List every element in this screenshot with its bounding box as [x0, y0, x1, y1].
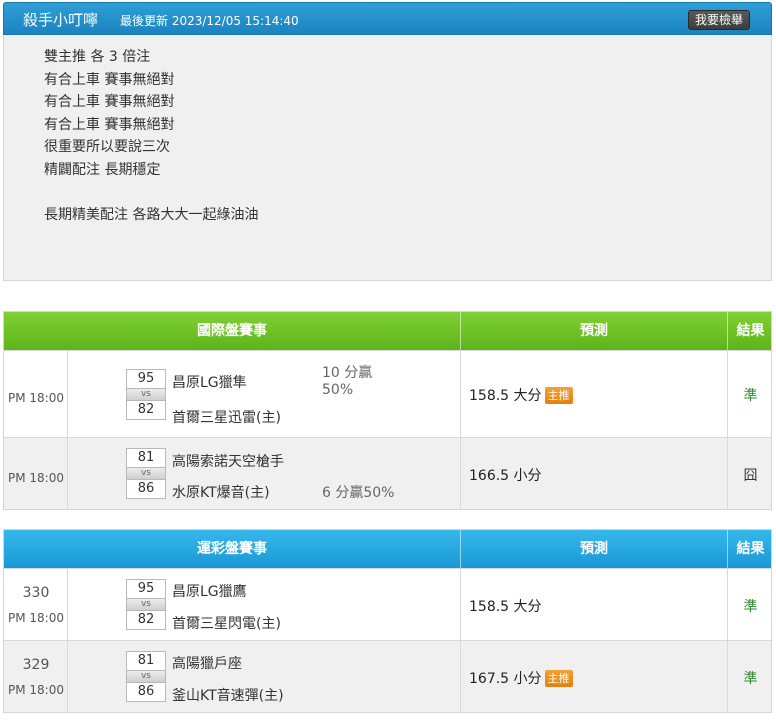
row-result-cell: 準 [728, 351, 773, 437]
handicap-line: 6 分贏50% [322, 485, 395, 501]
lottery-table: 運彩盤賽事 預測 結果 330 PM 18:00 95 vs 82 昌原LG獵鷹… [3, 529, 772, 713]
col-prediction: 預測 [461, 530, 728, 568]
home-score: 82 [126, 400, 166, 420]
note-line: 有合上車 賽事無絕對 [44, 71, 175, 88]
home-team: 釜山KT音速彈(主) [172, 688, 284, 704]
lottery-table-header: 運彩盤賽事 預測 結果 [4, 530, 771, 568]
home-team: 首爾三星迅雷(主) [172, 410, 281, 426]
report-button[interactable]: 我要檢舉 [687, 10, 750, 30]
prediction-text: 167.5 小分 主推 [469, 668, 573, 688]
row-result-cell: 準 [728, 641, 773, 712]
score-box: 95 vs 82 [126, 579, 166, 630]
row-prediction-cell: 158.5 大分 主推 [461, 351, 728, 437]
expert-header-bar: 殺手小叮嚀 最後更新 2023/12/05 15:14:40 我要檢舉 [3, 2, 772, 35]
row-match-cell: 81 vs 86 高陽獵戶座 釜山KT音速彈(主) [68, 641, 461, 712]
away-score: 81 [126, 448, 166, 468]
away-team: 高陽獵戶座 [172, 656, 242, 672]
col-match: 運彩盤賽事 [4, 530, 461, 568]
vs-label: vs [126, 671, 166, 682]
result-correct: 準 [743, 388, 758, 404]
home-team: 首爾三星閃電(主) [172, 616, 281, 632]
col-prediction: 預測 [461, 312, 728, 350]
score-box: 81 vs 86 [126, 448, 166, 499]
row-time-cell: 330 PM 18:00 [4, 569, 68, 640]
result-miss: 囧 [743, 468, 758, 484]
col-match: 國際盤賽事 [4, 312, 461, 350]
intl-table-header: 國際盤賽事 預測 結果 [4, 312, 771, 350]
featured-badge: 主推 [544, 387, 573, 404]
note-line: 雙主推 各 3 倍注 [44, 49, 151, 65]
home-score: 82 [126, 610, 166, 630]
row-result-cell: 準 [728, 569, 773, 640]
home-score: 86 [126, 479, 166, 499]
result-correct: 準 [743, 599, 758, 615]
note-line: 長期精美配注 各路大大一起綠油油 [44, 206, 259, 223]
featured-badge: 主推 [544, 670, 573, 687]
match-time: PM 18:00 [8, 391, 64, 405]
table-row: PM 18:00 81 vs 86 高陽索諾天空槍手 水原KT爆音(主) 6 分… [4, 437, 771, 509]
row-time-cell: 329 PM 18:00 [4, 641, 68, 712]
col-result: 結果 [736, 323, 765, 339]
game-number: 329 [22, 657, 50, 673]
expert-notes: 雙主推 各 3 倍注 有合上車 賽事無絕對 有合上車 賽事無絕對 有合上車 賽事… [3, 35, 772, 281]
home-score: 86 [126, 682, 166, 702]
note-line: 精闢配注 長期穩定 [44, 161, 161, 178]
note-line: 有合上車 賽事無絕對 [44, 116, 175, 133]
score-box: 81 vs 86 [126, 651, 166, 702]
table-row: 329 PM 18:00 81 vs 86 高陽獵戶座 釜山KT音速彈(主) 1… [4, 640, 771, 712]
prediction-text: 158.5 大分 主推 [469, 385, 573, 405]
handicap-percent: 50% [322, 382, 354, 398]
match-time: PM 18:00 [8, 683, 64, 697]
table-row: PM 18:00 95 vs 82 昌原LG獵隼 首爾三星迅雷(主) 10 分贏… [4, 350, 771, 437]
row-prediction-cell: 166.5 小分 [461, 438, 728, 509]
row-match-cell: 95 vs 82 昌原LG獵鷹 首爾三星閃電(主) [68, 569, 461, 640]
row-match-cell: 81 vs 86 高陽索諾天空槍手 水原KT爆音(主) 6 分贏50% [68, 438, 461, 509]
away-score: 95 [126, 579, 166, 599]
away-team: 昌原LG獵隼 [172, 375, 247, 391]
prediction-value: 158.5 大分 [469, 599, 542, 615]
expert-name: 殺手小叮嚀 [23, 11, 99, 29]
match-time: PM 18:00 [8, 611, 64, 625]
row-prediction-cell: 167.5 小分 主推 [461, 641, 728, 712]
prediction-value: 167.5 小分 [469, 671, 542, 687]
row-time-cell: PM 18:00 [4, 351, 68, 437]
col-result: 結果 [736, 541, 765, 557]
row-result-cell: 囧 [728, 438, 773, 509]
game-number: 330 [22, 585, 50, 601]
home-team: 水原KT爆音(主) [172, 485, 270, 501]
intl-table: 國際盤賽事 預測 結果 PM 18:00 95 vs 82 昌原LG獵隼 首爾三… [3, 311, 772, 510]
handicap-line: 10 分贏 [322, 365, 373, 381]
table-row: 330 PM 18:00 95 vs 82 昌原LG獵鷹 首爾三星閃電(主) 1… [4, 568, 771, 640]
match-time: PM 18:00 [8, 471, 64, 485]
vs-label: vs [126, 389, 166, 400]
score-box: 95 vs 82 [126, 369, 166, 420]
row-prediction-cell: 158.5 大分 [461, 569, 728, 640]
vs-label: vs [126, 599, 166, 610]
away-team: 高陽索諾天空槍手 [172, 454, 284, 470]
row-match-cell: 95 vs 82 昌原LG獵隼 首爾三星迅雷(主) 10 分贏 50% [68, 351, 461, 437]
note-spacer [44, 181, 771, 204]
prediction-value: 166.5 小分 [469, 468, 542, 484]
last-updated: 最後更新 2023/12/05 15:14:40 [120, 14, 299, 28]
prediction-value: 158.5 大分 [469, 388, 542, 404]
note-line: 很重要所以要說三次 [44, 139, 170, 155]
row-time-cell: PM 18:00 [4, 438, 68, 509]
note-line: 有合上車 賽事無絕對 [44, 94, 175, 110]
vs-label: vs [126, 468, 166, 479]
away-team: 昌原LG獵鷹 [172, 584, 247, 600]
away-score: 95 [126, 369, 166, 389]
away-score: 81 [126, 651, 166, 671]
result-correct: 準 [743, 671, 758, 687]
